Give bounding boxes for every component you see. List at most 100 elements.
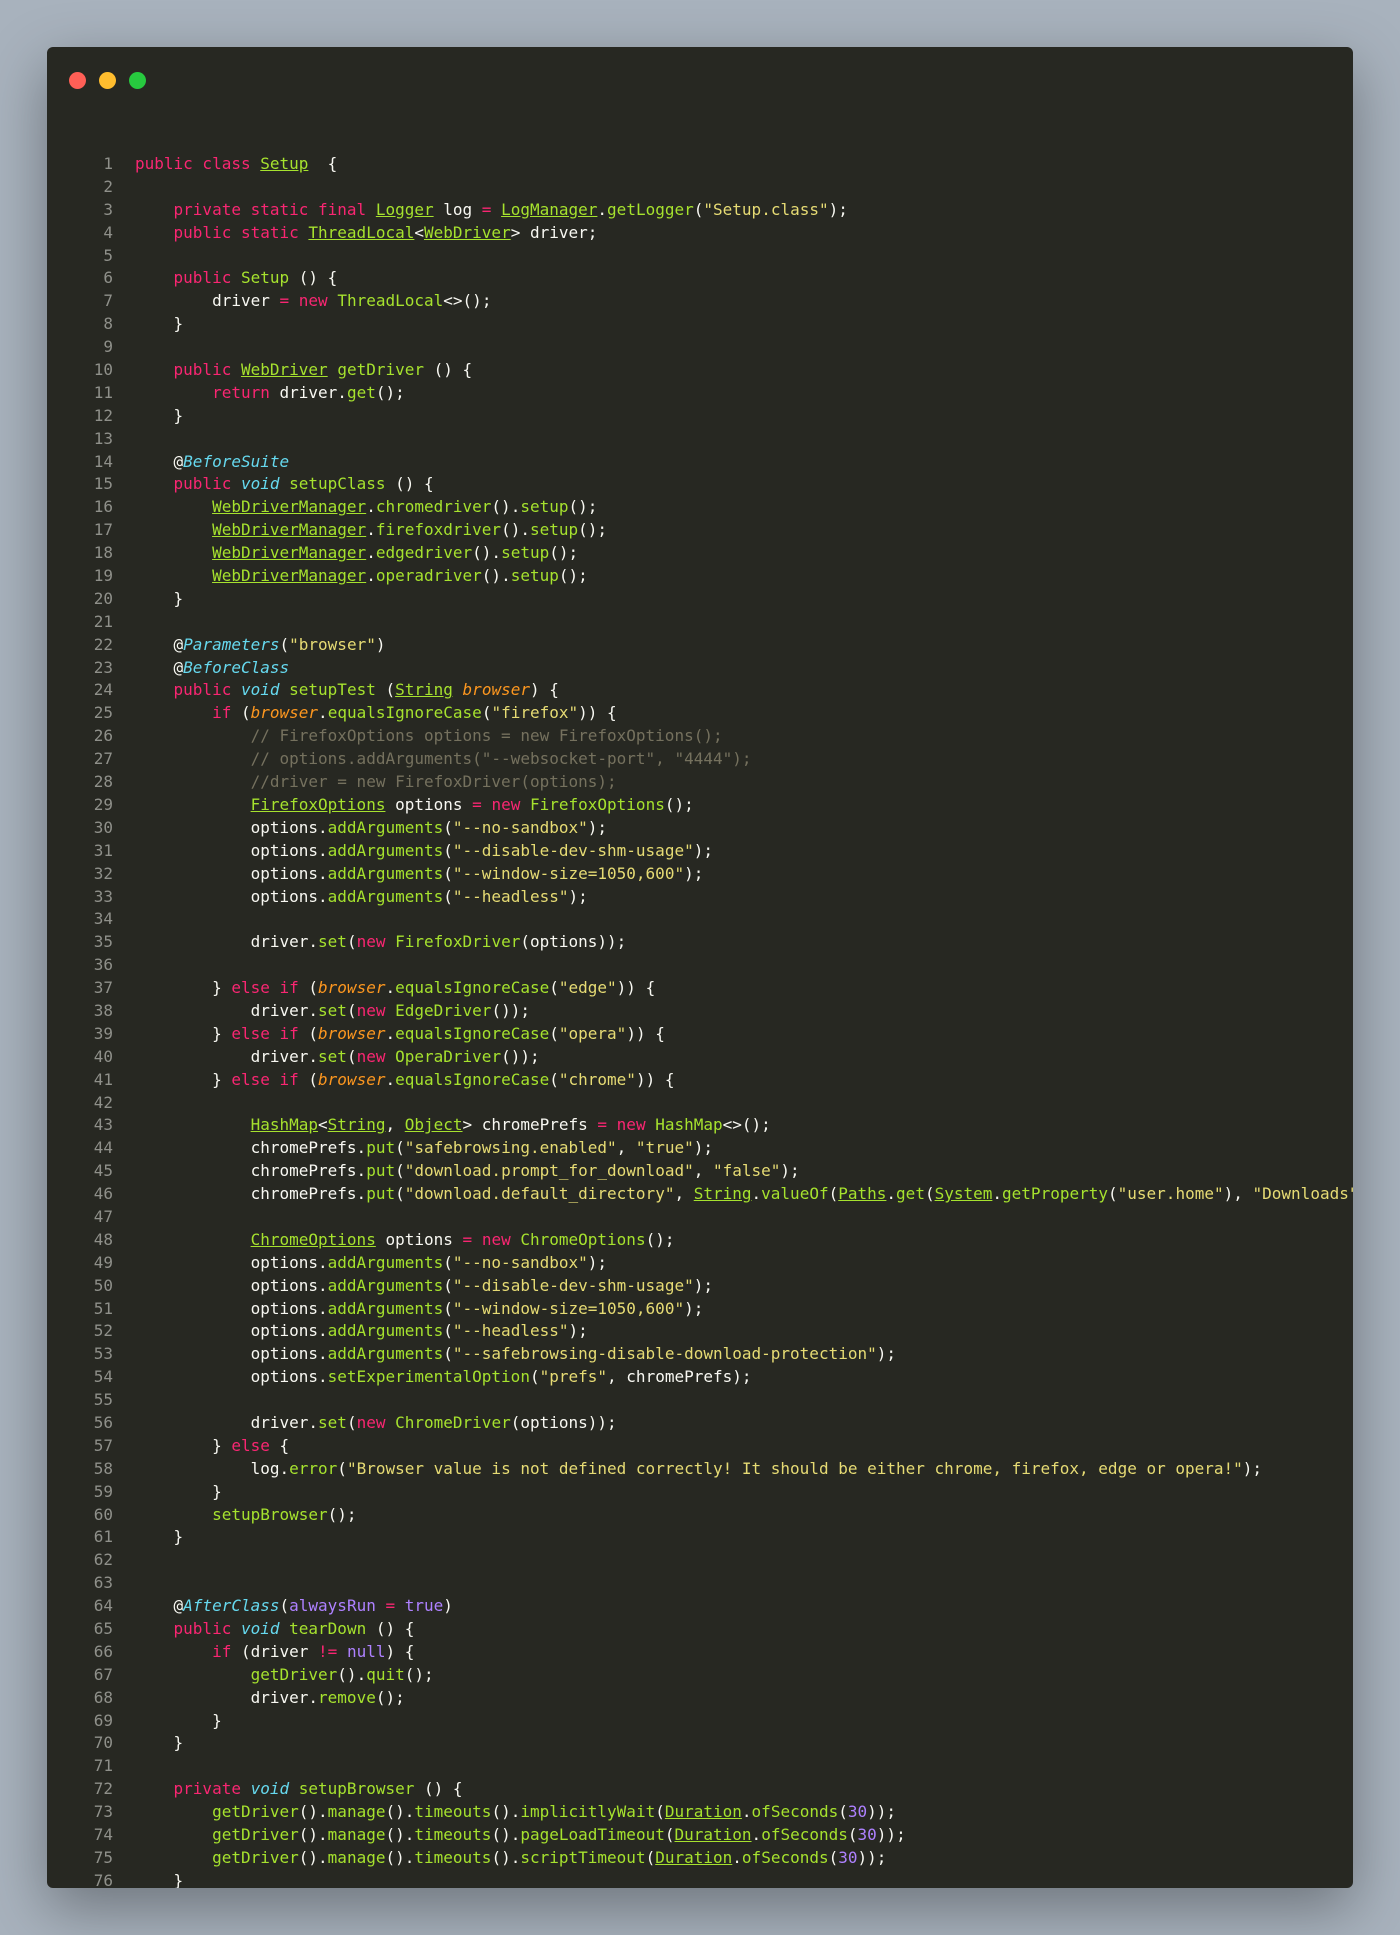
line-number: 30 <box>93 817 113 837</box>
code-text: @AfterClass(alwaysRun = true) <box>135 1595 453 1618</box>
code-token: . <box>385 1069 396 1089</box>
code-token: addArguments <box>327 886 444 906</box>
code-text: options.addArguments("--headless"); <box>135 886 588 909</box>
code-token: ); <box>1242 1458 1263 1478</box>
code-line: 65 public void tearDown () { <box>47 1618 1353 1641</box>
code-line: 76 } <box>47 1870 1353 1888</box>
code-token: = <box>597 1115 608 1135</box>
code-token: () { <box>414 1779 463 1799</box>
code-token: options. <box>135 1344 328 1364</box>
code-token: ( <box>443 817 453 837</box>
code-line: 10 public WebDriver getDriver () { <box>47 359 1353 382</box>
code-token: driver. <box>135 1687 319 1707</box>
code-token: set <box>318 1000 347 1020</box>
line-number: 65 <box>93 1619 113 1638</box>
code-token: ( <box>308 1023 319 1043</box>
code-token: setup <box>501 543 550 563</box>
code-token: . <box>366 543 376 563</box>
code-token: . <box>732 1847 742 1867</box>
line-number: 63 <box>93 1573 113 1593</box>
code-token: timeouts <box>414 1802 492 1822</box>
close-dot-icon[interactable] <box>69 72 86 89</box>
code-token: FirefoxDriver <box>395 932 521 952</box>
code-token: ) { <box>529 680 559 700</box>
code-token: , <box>693 1161 713 1181</box>
line-number: 44 <box>93 1138 113 1158</box>
code-line: 38 driver.set(new EdgeDriver()); <box>47 1000 1353 1023</box>
code-line: 19 WebDriverManager.operadriver().setup(… <box>47 565 1353 588</box>
code-token: (); <box>578 520 608 540</box>
code-token: ) <box>443 1596 453 1616</box>
code-token: "--window-size=1050,600" <box>452 1298 685 1318</box>
code-token: . <box>751 1184 762 1204</box>
code-token: ()); <box>501 1046 540 1066</box>
code-token: @ <box>135 634 184 654</box>
line-number: 51 <box>93 1298 113 1318</box>
code-line: 12 } <box>47 405 1353 428</box>
code-token: , <box>674 1184 694 1204</box>
code-text: driver.set(new EdgeDriver()); <box>135 1000 530 1023</box>
code-token: 30 <box>857 1825 877 1845</box>
code-token: WebDriverManager <box>212 566 367 586</box>
code-token: else <box>231 1435 280 1455</box>
code-line: 40 driver.set(new OperaDriver()); <box>47 1046 1353 1069</box>
code-line: 52 options.addArguments("--headless"); <box>47 1320 1353 1343</box>
code-token: addArguments <box>327 817 444 837</box>
code-token: @ <box>135 1596 184 1616</box>
code-token: } <box>135 1870 184 1888</box>
code-token: )); <box>876 1825 906 1845</box>
code-line: 6 public Setup () { <box>47 267 1353 290</box>
code-text: log.error("Browser value is not defined … <box>135 1458 1262 1481</box>
code-text: public void tearDown () { <box>135 1618 415 1641</box>
code-line: 34 <box>47 908 1353 931</box>
code-text: driver.set(new ChromeDriver(options)); <box>135 1412 617 1435</box>
line-number: 58 <box>93 1458 113 1478</box>
code-text: driver = new ThreadLocal<>(); <box>135 290 491 313</box>
code-token: ( <box>337 1458 347 1478</box>
line-number: 27 <box>93 749 113 769</box>
code-token: public <box>173 1619 241 1638</box>
code-token: )) { <box>616 978 656 998</box>
code-token: > driver; <box>510 222 598 242</box>
code-token: "chrome" <box>558 1069 636 1089</box>
line-number: 64 <box>93 1596 113 1616</box>
code-token: <>(); <box>722 1115 771 1135</box>
code-line: 74 getDriver().manage().timeouts().pageL… <box>47 1824 1353 1847</box>
window-titlebar <box>47 47 1353 105</box>
code-token: ( <box>828 1847 839 1867</box>
code-token: "--safebrowsing-disable-download-protect… <box>452 1344 877 1364</box>
code-token: "user.home" <box>1117 1184 1224 1204</box>
code-token: "--window-size=1050,600" <box>452 863 685 883</box>
line-number: 66 <box>93 1641 113 1661</box>
line-number: 75 <box>93 1847 113 1867</box>
maximize-dot-icon[interactable] <box>129 72 146 89</box>
code-token: "edge" <box>558 978 617 998</box>
code-token: , chromePrefs); <box>607 1367 752 1387</box>
code-token: ( <box>308 1069 319 1089</box>
code-text: options.addArguments("--no-sandbox"); <box>135 1252 607 1275</box>
code-token: getDriver <box>250 1664 338 1684</box>
line-number: 61 <box>93 1527 113 1547</box>
line-number: 52 <box>93 1321 113 1341</box>
code-token: "firefox" <box>491 703 579 723</box>
code-token: (); <box>558 566 588 586</box>
code-token: ( <box>395 1184 405 1204</box>
code-text: } else if (browser.equalsIgnoreCase("chr… <box>135 1069 674 1092</box>
code-token: null <box>346 1641 386 1661</box>
code-token: "--disable-dev-shm-usage" <box>452 1275 694 1295</box>
line-number: 49 <box>93 1252 113 1272</box>
code-token: @ <box>135 657 184 677</box>
code-line: 47 <box>47 1206 1353 1229</box>
code-token: log. <box>135 1458 290 1478</box>
minimize-dot-icon[interactable] <box>99 72 116 89</box>
code-token: browser <box>250 703 319 723</box>
code-token: return <box>212 382 280 402</box>
code-token: ( <box>346 1412 357 1432</box>
